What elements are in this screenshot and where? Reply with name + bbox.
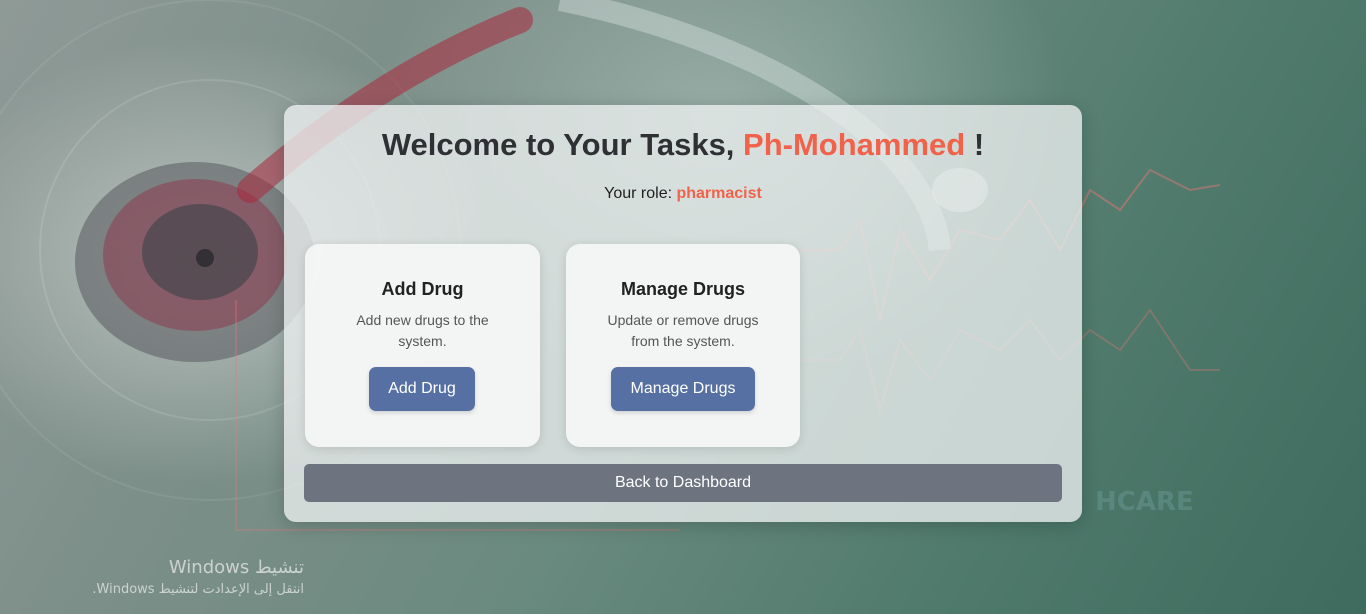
card-description: Add new drugs to the system. (356, 312, 489, 349)
back-to-dashboard-button[interactable]: Back to Dashboard (304, 464, 1062, 502)
role-line: Your role: pharmacist (284, 185, 1082, 203)
page-title: Welcome to Your Tasks, Ph-Mohammed ! (284, 127, 1082, 163)
manage-drugs-button[interactable]: Manage Drugs (611, 367, 755, 411)
add-drug-button[interactable]: Add Drug (369, 367, 475, 411)
role-label: Your role: (604, 185, 677, 202)
card-add-drug: Add Drug Add new drugs to the system. Ad… (305, 244, 540, 447)
tasks-panel: Welcome to Your Tasks, Ph-Mohammed ! You… (284, 105, 1082, 522)
card-title: Manage Drugs (620, 279, 746, 299)
background-watermark-text: HCARE (1095, 487, 1194, 517)
username: Ph-Mohammed (743, 127, 966, 162)
activation-title: تنشيط Windows (168, 557, 304, 578)
windows-activation-watermark: تنشيط Windows انتقل إلى الإعدادت لتنشيط … (40, 556, 304, 600)
title-suffix: ! (965, 127, 985, 162)
activation-subtitle: انتقل إلى الإعدادت لتنشيط Windows. (92, 582, 304, 597)
card-manage-drugs: Manage Drugs Update or remove drugs from… (566, 244, 800, 447)
card-title: Add Drug (381, 279, 464, 299)
card-description: Update or remove drugs from the system. (607, 312, 759, 349)
role-value: pharmacist (676, 185, 762, 202)
title-prefix: Welcome to Your Tasks, (381, 127, 744, 162)
